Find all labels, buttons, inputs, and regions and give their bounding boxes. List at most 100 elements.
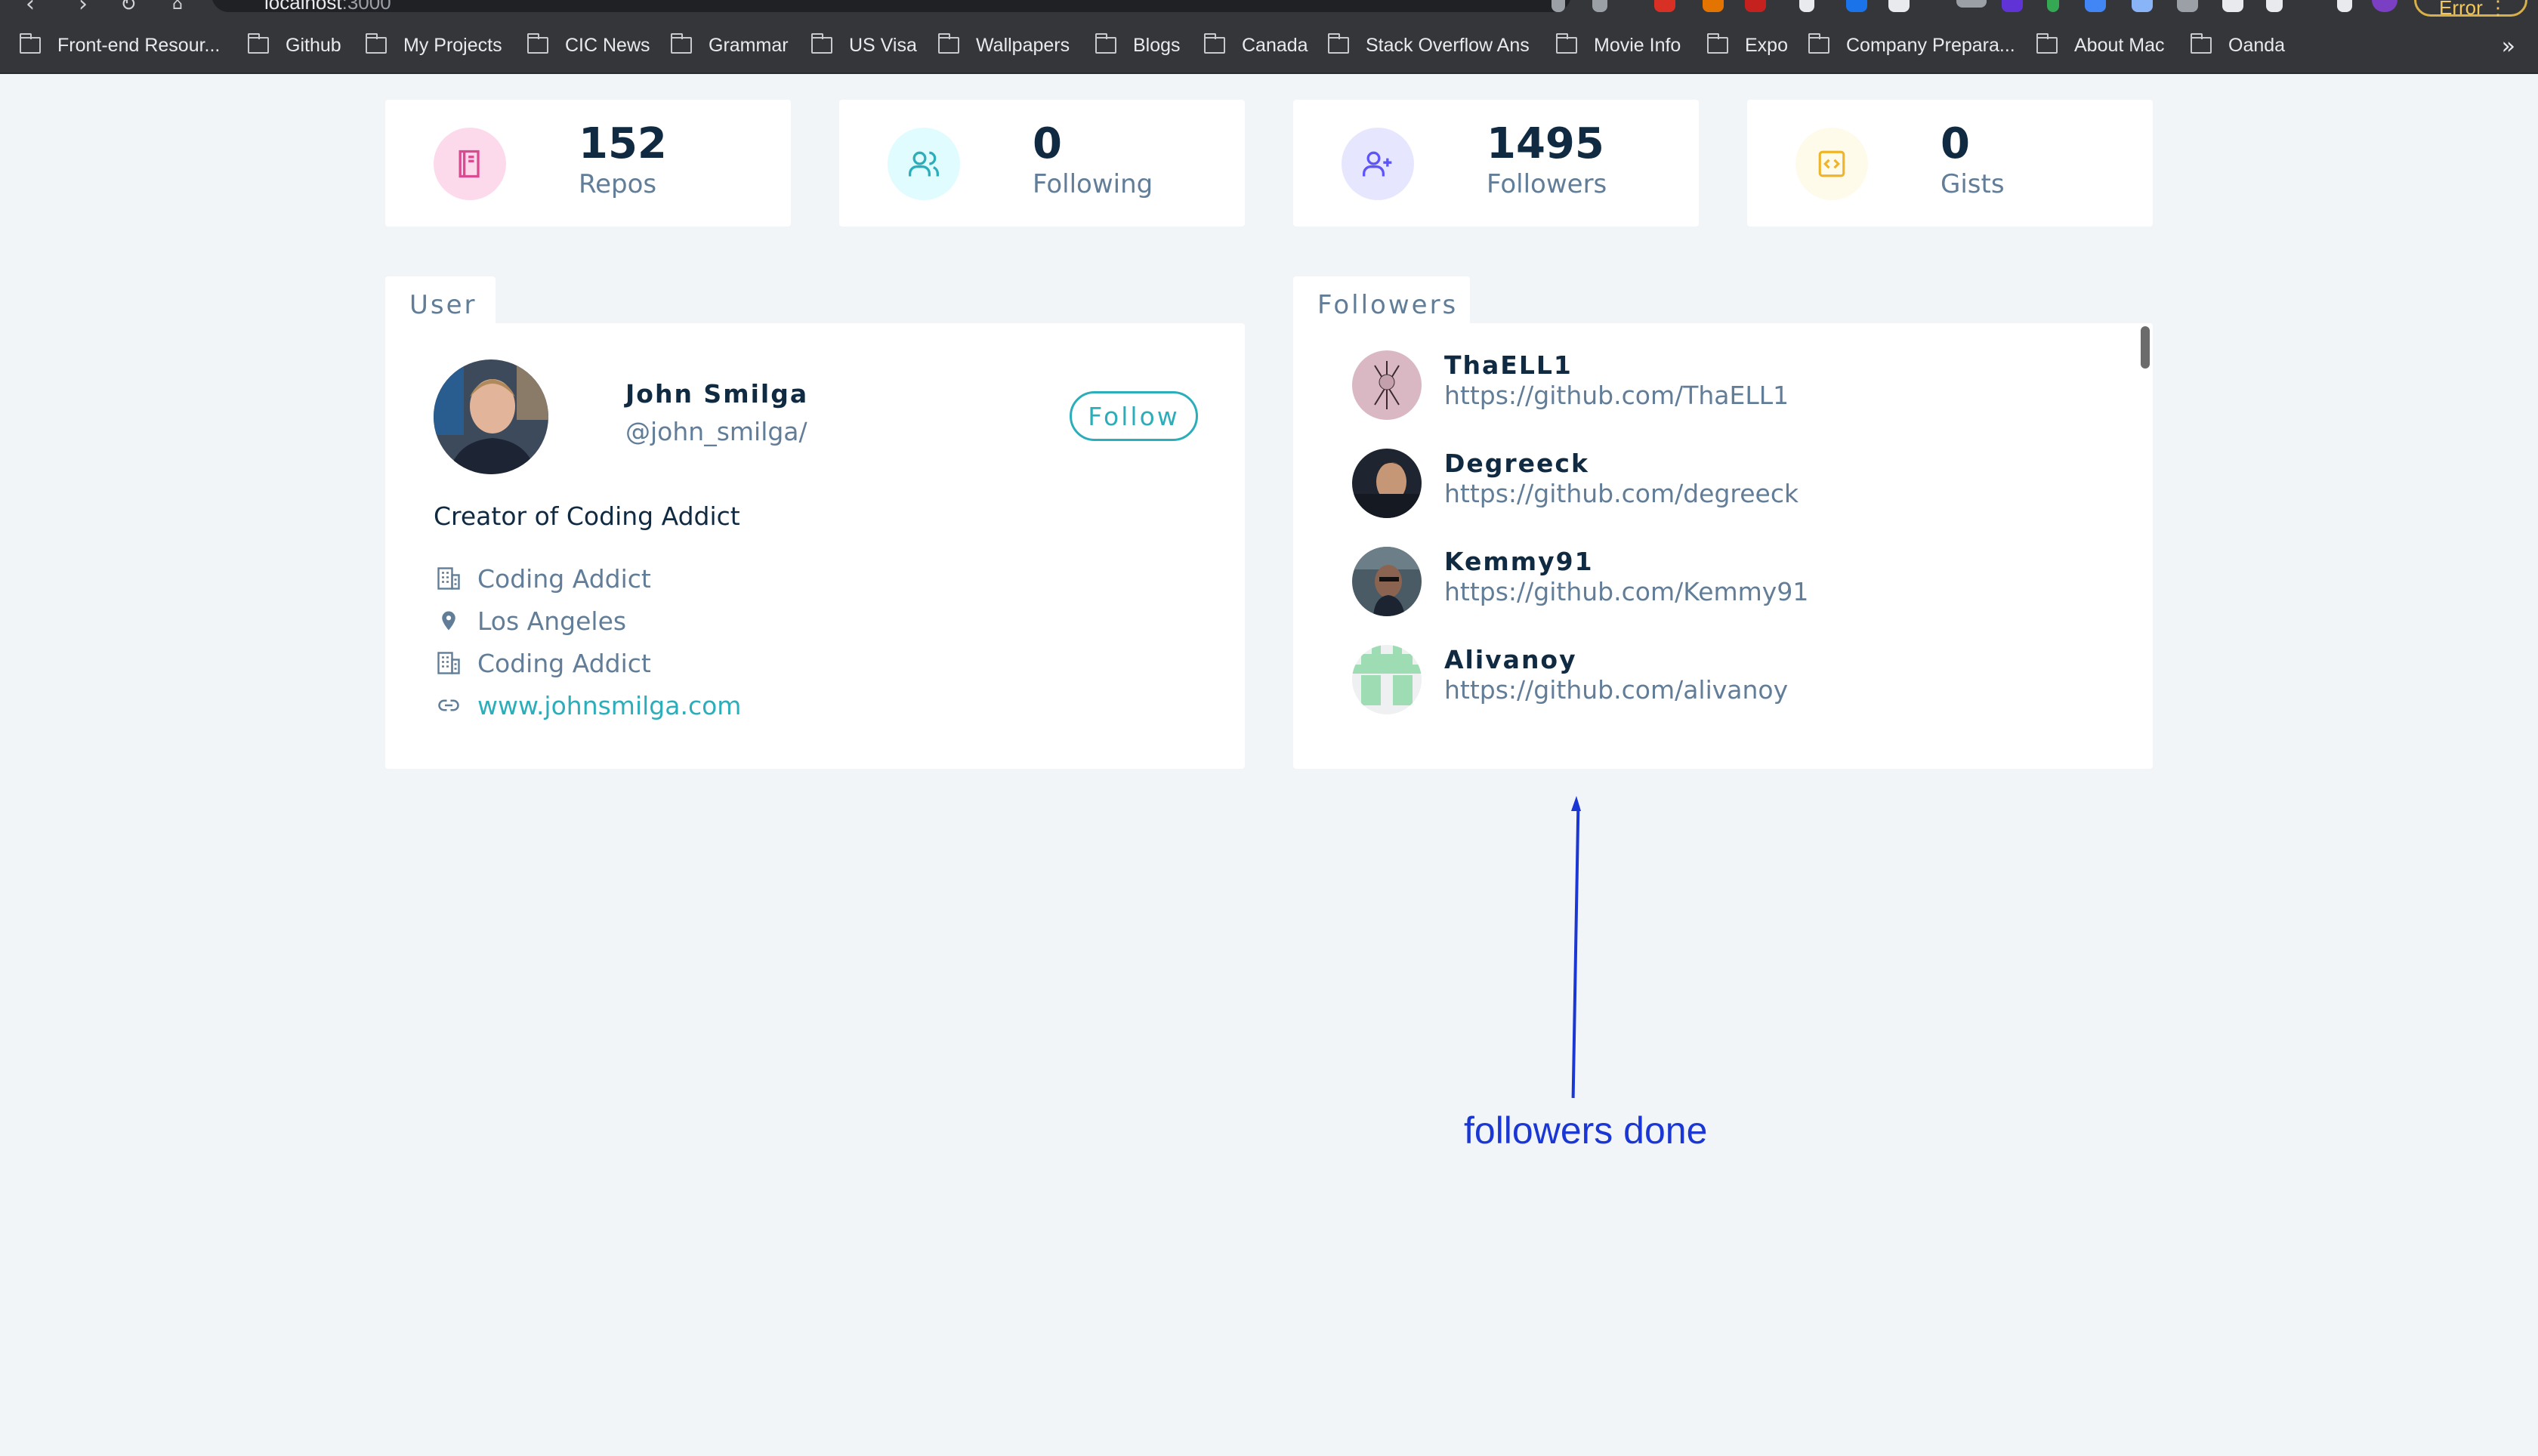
follower-url[interactable]: https://github.com/ThaELL1 — [1444, 381, 1789, 410]
puzzle-icon[interactable] — [2222, 0, 2243, 12]
extension-icon[interactable] — [1745, 0, 1766, 12]
stat-card-gists: 0 Gists — [1747, 100, 2153, 227]
extension-icon[interactable] — [2132, 0, 2153, 12]
follower-avatar — [1352, 350, 1422, 420]
followers-scrollbar[interactable] — [2141, 326, 2150, 369]
extension-icon[interactable] — [2085, 0, 2106, 12]
share-icon[interactable] — [1552, 0, 1565, 12]
follower-name: ThaELL1 — [1444, 350, 1573, 380]
folder-icon — [811, 33, 832, 54]
followers-label: Followers — [1487, 169, 1607, 199]
bookmark-label: CIC News — [565, 34, 650, 56]
follower-avatar — [1352, 449, 1422, 518]
bookmark-item[interactable]: Wallpapers — [938, 33, 1070, 57]
annotation-arrow — [1571, 796, 1581, 1099]
url-host: localhost — [264, 0, 342, 14]
folder-icon — [1204, 33, 1225, 54]
bookmark-item[interactable]: Front-end Resour... — [20, 33, 220, 57]
avatar — [434, 359, 548, 474]
code-icon — [1795, 128, 1868, 200]
error-button[interactable]: Error ⋮ — [2414, 0, 2527, 19]
folder-icon — [366, 33, 387, 54]
blog-link[interactable]: www.johnsmilga.com — [477, 691, 741, 720]
folder-icon — [20, 33, 41, 54]
extension-icon[interactable] — [1888, 0, 1910, 12]
bookmark-item[interactable]: Canada — [1204, 33, 1308, 57]
follower-name: Degreeck — [1444, 449, 1589, 478]
repos-label: Repos — [579, 169, 657, 199]
bookmark-item[interactable]: Stack Overflow Ans — [1328, 33, 1530, 57]
bookmark-label: US Visa — [849, 34, 917, 56]
follower-url[interactable]: https://github.com/degreeck — [1444, 479, 1799, 508]
follow-button[interactable]: Follow — [1070, 391, 1198, 441]
home-icon[interactable]: ⌂ — [162, 0, 193, 14]
bookmark-item[interactable]: Company Prepara... — [1808, 33, 2015, 57]
bookmark-item[interactable]: My Projects — [366, 33, 502, 57]
bookmark-label: Movie Info — [1594, 34, 1681, 56]
extension-icon[interactable] — [1956, 0, 1987, 8]
location-pin-icon — [434, 606, 464, 636]
bookmark-item[interactable]: Blogs — [1095, 33, 1181, 57]
extension-icon[interactable] — [1799, 0, 1814, 12]
user-bio: Creator of Coding Addict — [434, 501, 740, 531]
location-row: Los Angeles — [434, 604, 626, 637]
bookmark-label: About Mac — [2074, 34, 2165, 56]
company-text: Coding Addict — [477, 563, 651, 594]
bookmark-item[interactable]: Movie Info — [1556, 33, 1681, 57]
user-tab: User — [385, 276, 496, 325]
sidebar-icon[interactable] — [2337, 0, 2352, 12]
bookmark-item[interactable]: About Mac — [2036, 33, 2165, 57]
follower-url[interactable]: https://github.com/alivanoy — [1444, 675, 1788, 705]
following-label: Following — [1033, 169, 1153, 199]
bookmark-label: My Projects — [403, 34, 502, 56]
browser-toolbar: ‹ › ↻ ⌂ localhost:3000 Error ⋮ — [0, 0, 2538, 19]
star-icon[interactable] — [1592, 0, 1607, 12]
bookmark-item[interactable]: Grammar — [671, 33, 789, 57]
folder-icon — [1556, 33, 1577, 54]
building-icon — [434, 648, 464, 678]
blog-row[interactable]: www.johnsmilga.com — [434, 689, 741, 722]
company-row: Coding Addict — [434, 562, 651, 595]
users-icon — [888, 128, 960, 200]
book-icon — [434, 128, 506, 200]
bookmark-item[interactable]: Expo — [1707, 33, 1788, 57]
folder-icon — [671, 33, 692, 54]
back-icon[interactable]: ‹ — [15, 0, 45, 16]
stat-card-following: 0 Following — [839, 100, 1245, 227]
folder-icon — [1808, 33, 1829, 54]
extension-icon[interactable] — [1846, 0, 1867, 12]
bookmark-item[interactable]: Oanda — [2191, 33, 2285, 57]
profile-avatar[interactable] — [2372, 0, 2398, 12]
followers-count: 1495 — [1487, 119, 1604, 168]
extension-icon[interactable] — [1654, 0, 1675, 12]
bookmark-item[interactable]: Github — [248, 33, 341, 57]
folder-icon — [938, 33, 959, 54]
folder-icon — [1328, 33, 1349, 54]
folder-icon — [2036, 33, 2058, 54]
extension-icon[interactable] — [1703, 0, 1724, 12]
bookmark-label: Stack Overflow Ans — [1366, 34, 1530, 56]
extension-icon[interactable] — [2002, 0, 2023, 12]
follower-url[interactable]: https://github.com/Kemmy91 — [1444, 577, 1808, 606]
bookmarks-overflow[interactable]: » — [2502, 33, 2515, 60]
bookmark-item[interactable]: US Visa — [811, 33, 917, 57]
folder-icon — [2191, 33, 2212, 54]
folder-icon — [527, 33, 548, 54]
extension-icon[interactable] — [2177, 0, 2198, 12]
forward-icon[interactable]: › — [68, 0, 98, 16]
followers-card: ThaELL1 https://github.com/ThaELL1 Degre… — [1293, 323, 2153, 769]
stat-card-repos: 152 Repos — [385, 100, 791, 227]
reload-icon[interactable]: ↻ — [113, 0, 144, 14]
gists-label: Gists — [1941, 169, 2005, 199]
address-bar[interactable]: localhost:3000 — [212, 0, 1571, 14]
media-icon[interactable] — [2266, 0, 2283, 12]
extension-icon[interactable] — [2047, 0, 2059, 12]
followers-tab: Followers — [1293, 276, 1470, 325]
follower-avatar — [1352, 547, 1422, 616]
bookmark-item[interactable]: CIC News — [527, 33, 650, 57]
following-count: 0 — [1033, 119, 1062, 168]
folder-icon — [1707, 33, 1728, 54]
bookmark-label: Expo — [1745, 34, 1788, 56]
bookmark-label: Canada — [1242, 34, 1308, 56]
bookmark-label: Wallpapers — [976, 34, 1070, 56]
